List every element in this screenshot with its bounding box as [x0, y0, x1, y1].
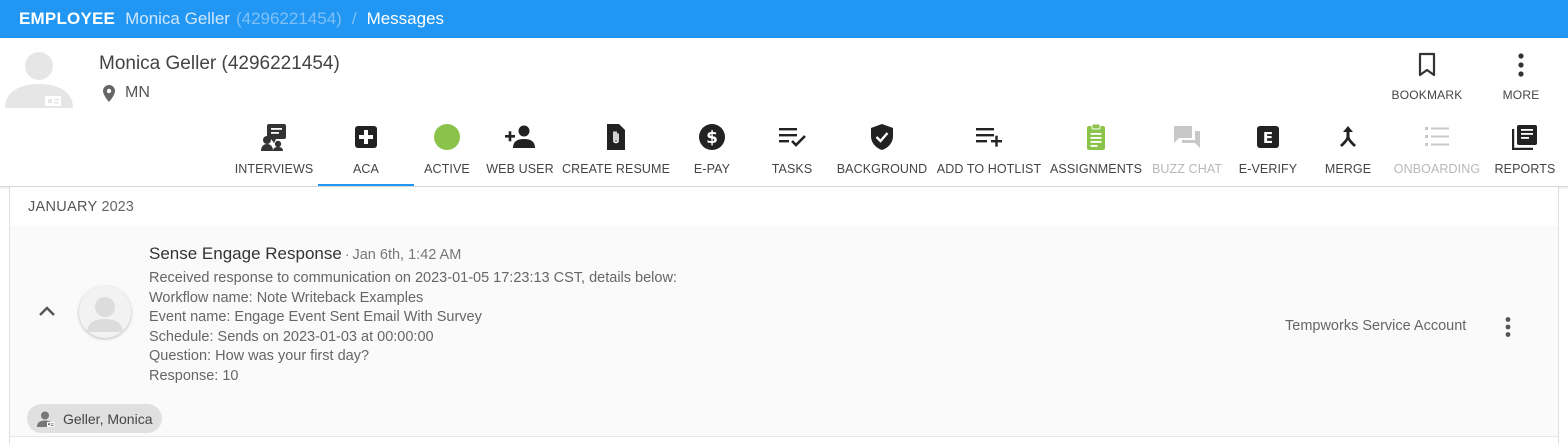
chip-label: Geller, Monica [63, 410, 153, 427]
svg-text:$: $ [706, 128, 718, 148]
interviews-icon [261, 124, 286, 151]
more-vertical-icon [1505, 317, 1511, 337]
tool-web-user[interactable]: WEB USER [480, 122, 560, 186]
breadcrumb-employee-id: (4296221454) [235, 9, 342, 28]
title-separator: · [344, 246, 350, 262]
location-text: MN [125, 84, 150, 101]
clipboard-icon [1087, 123, 1105, 150]
chevron-up-icon [39, 306, 55, 316]
message-sender-avatar [79, 286, 131, 338]
timeline-month-header: JANUARY 2023 [28, 199, 134, 215]
tool-create-resume[interactable]: CREATE RESUME [560, 122, 672, 186]
message-line: Received response to communication on 20… [149, 270, 677, 286]
breadcrumb-employee-name[interactable]: Monica Geller [125, 9, 230, 29]
tool-background[interactable]: BACKGROUND [832, 122, 932, 186]
tool-reports[interactable]: REPORTS [1486, 122, 1564, 186]
tool-label: BACKGROUND [836, 162, 928, 176]
tool-e-verify[interactable]: E E-VERIFY [1228, 122, 1308, 186]
message-timestamp: Jan 6th, 1:42 AM [352, 247, 462, 263]
tool-label: WEB USER [486, 162, 554, 176]
tool-tasks[interactable]: TASKS [752, 122, 832, 186]
bookmark-icon [1418, 52, 1436, 77]
status-dot-icon [434, 124, 460, 150]
tool-active[interactable]: ACTIVE [414, 122, 480, 186]
more-vertical-icon [1518, 53, 1524, 77]
collapse-button[interactable] [38, 304, 56, 322]
employee-toolbar: INTERVIEWS ACA ACTIVE WEB USER CREATE RE… [230, 122, 1564, 186]
message-author: Tempworks Service Account [1285, 318, 1467, 334]
reports-icon [1512, 125, 1537, 150]
shield-check-icon [871, 124, 893, 150]
year-label: 2023 [101, 199, 134, 215]
tasks-icon [779, 128, 806, 147]
chat-icon [1174, 126, 1200, 148]
employee-location: MN [103, 84, 150, 102]
tool-merge[interactable]: MERGE [1308, 122, 1388, 186]
tool-label: BUZZ CHAT [1151, 162, 1223, 176]
tool-label: TASKS [771, 162, 813, 176]
breadcrumb-separator: / [351, 9, 357, 28]
employee-header: Monica Geller (4296221454) MN BOOKMARK M… [0, 38, 1568, 187]
tool-label: CREATE RESUME [561, 162, 671, 176]
record-type-label: EMPLOYEE [19, 9, 116, 28]
tool-aca[interactable]: ACA [318, 122, 414, 186]
more-button[interactable]: MORE [1474, 52, 1568, 102]
breadcrumb-current: Messages [366, 9, 445, 28]
tool-onboarding[interactable]: ONBOARDING [1388, 122, 1486, 186]
svg-text:E: E [1263, 129, 1273, 147]
message-line: Schedule: Sends on 2023-01-03 at 00:00:0… [149, 328, 434, 345]
add-user-icon [505, 125, 535, 148]
resume-file-icon [607, 124, 625, 150]
message-body: Received response to communication on 20… [149, 269, 677, 386]
messages-timeline: JANUARY 2023 Sense Engage Response · Jan 6t… [9, 187, 1559, 444]
bookmark-label: BOOKMARK [1391, 88, 1463, 102]
tool-label: REPORTS [1494, 162, 1556, 176]
message-line: Response: 10 [149, 367, 239, 384]
tool-label: ADD TO HOTLIST [936, 162, 1042, 176]
tool-add-to-hotlist[interactable]: ADD TO HOTLIST [932, 122, 1046, 186]
tool-label: ASSIGNMENTS [1049, 162, 1143, 176]
tool-label: ONBOARDING [1393, 162, 1481, 176]
employee-name-title: Monica Geller (4296221454) [99, 53, 340, 74]
tool-label: ACA [352, 162, 379, 176]
person-placeholder-icon [5, 52, 73, 108]
location-pin-icon [103, 84, 115, 102]
dollar-icon: $ [699, 124, 725, 150]
tool-label: MERGE [1324, 162, 1372, 176]
tool-label: E-VERIFY [1238, 162, 1298, 176]
tool-label: E-PAY [693, 162, 731, 176]
message-title: Sense Engage Response [149, 244, 342, 263]
header-actions: BOOKMARK MORE [1380, 52, 1568, 102]
tool-assignments[interactable]: ASSIGNMENTS [1046, 122, 1146, 186]
message-line: Workflow name: Note Writeback Examples [149, 289, 424, 306]
tool-label: INTERVIEWS [234, 162, 314, 176]
e-verify-icon: E [1257, 126, 1279, 148]
person-placeholder-icon [87, 297, 123, 332]
medical-plus-icon [355, 126, 377, 148]
tool-label: ACTIVE [424, 162, 470, 176]
tool-buzz-chat[interactable]: BUZZ CHAT [1146, 122, 1228, 186]
message-line: Question: How was your first day? [149, 348, 370, 364]
employee-avatar [5, 48, 73, 108]
checklist-icon [1425, 127, 1449, 146]
month-label: JANUARY [28, 199, 98, 215]
message-title-row: Sense Engage Response · Jan 6th, 1:42 AM [149, 244, 461, 264]
tool-e-pay[interactable]: $ E-PAY [672, 122, 752, 186]
breadcrumb-bar: EMPLOYEE Monica Geller (4296221454) / Me… [0, 0, 1568, 38]
message-line: Event name: Engage Event Sent Email With… [149, 309, 482, 325]
person-card-icon [37, 411, 55, 427]
tool-interviews[interactable]: INTERVIEWS [230, 122, 318, 186]
bookmark-button[interactable]: BOOKMARK [1380, 52, 1474, 102]
message-more-button[interactable] [1504, 316, 1512, 343]
employee-chip[interactable]: Geller, Monica [27, 404, 163, 433]
more-label: MORE [1502, 88, 1540, 102]
merge-icon [1340, 126, 1356, 147]
playlist-add-icon [976, 128, 1002, 147]
